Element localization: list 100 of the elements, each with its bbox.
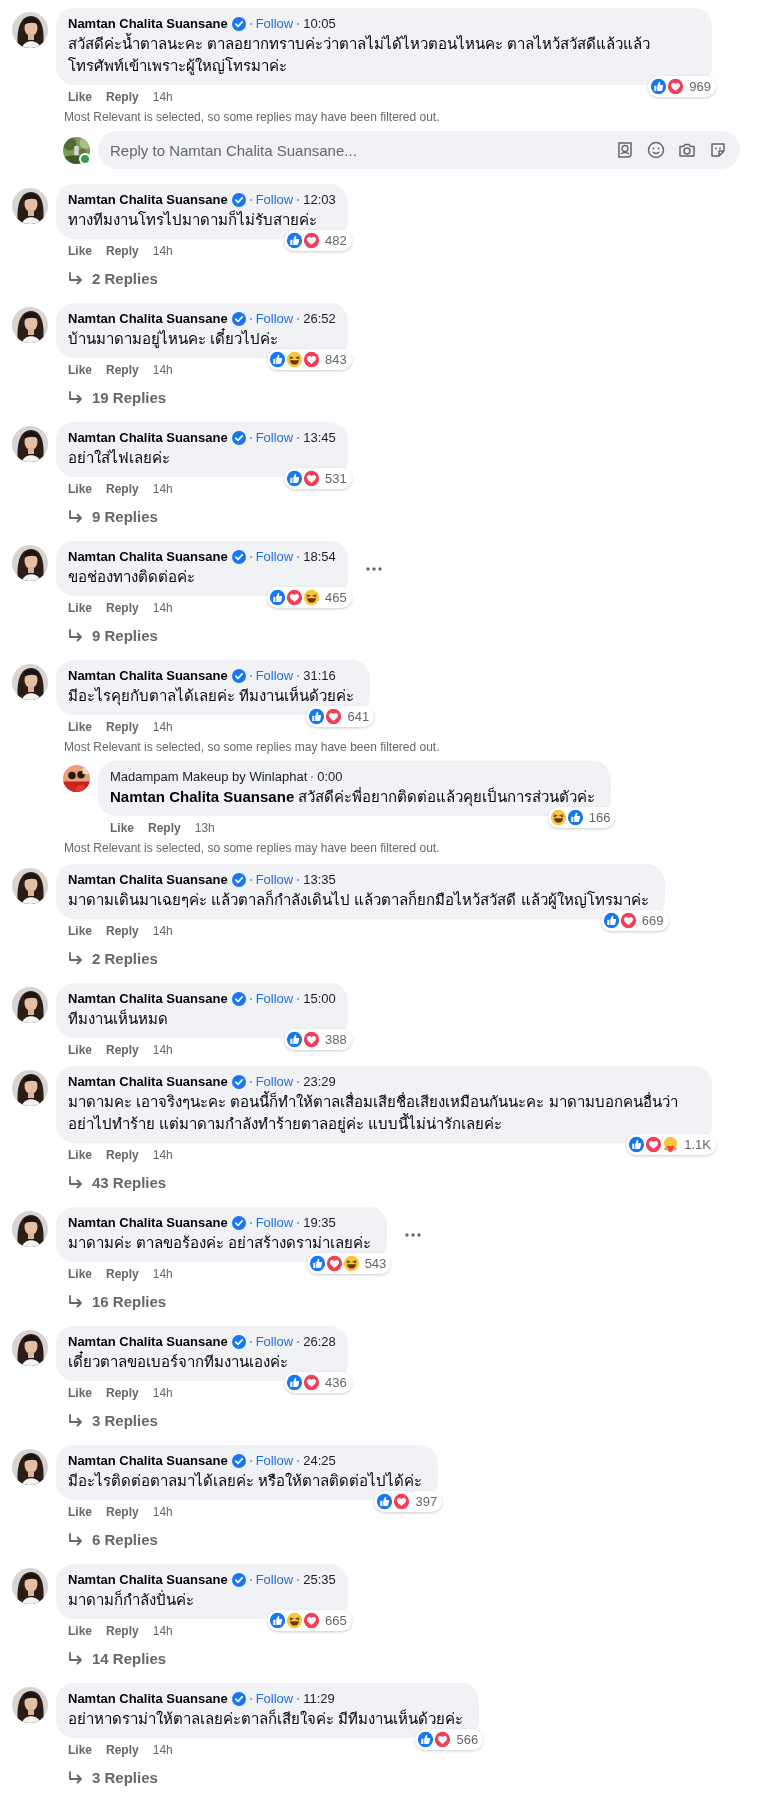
follow-link[interactable]: Follow (255, 310, 294, 328)
timestamp[interactable]: 11:29 (303, 1690, 335, 1708)
view-replies-link[interactable]: 19 Replies (56, 385, 167, 410)
timestamp[interactable]: 31:16 (303, 667, 336, 685)
like-link[interactable]: Like (68, 1504, 92, 1520)
timestamp[interactable]: 26:28 (303, 1333, 336, 1351)
follow-link[interactable]: Follow (255, 667, 294, 685)
view-replies-link[interactable]: 43 Replies (56, 1170, 167, 1195)
reaction-summary[interactable]: 1.1K (626, 1134, 716, 1155)
view-replies-link[interactable]: 3 Replies (56, 1408, 158, 1433)
like-link[interactable]: Like (68, 1147, 92, 1163)
author-name[interactable]: Namtan Chalita Suansane (68, 667, 228, 685)
more-icon[interactable] (405, 1232, 422, 1237)
author-name[interactable]: Namtan Chalita Suansane (68, 191, 228, 209)
timestamp[interactable]: 13:35 (303, 871, 336, 889)
timestamp[interactable]: 26:52 (303, 310, 336, 328)
more-icon[interactable] (365, 566, 382, 571)
reply-input-field[interactable]: Reply to Namtan Chalita Suansane... (98, 131, 740, 169)
reaction-summary[interactable]: 566 (415, 1729, 484, 1750)
reply-link[interactable]: Reply (106, 362, 139, 378)
like-link[interactable]: Like (68, 1742, 92, 1758)
timestamp[interactable]: 15:00 (303, 990, 336, 1008)
like-link[interactable]: Like (68, 719, 92, 735)
reaction-summary[interactable]: 465 (267, 587, 352, 608)
reaction-summary[interactable]: 641 (306, 706, 375, 727)
author-name[interactable]: Namtan Chalita Suansane (68, 310, 228, 328)
reply-link[interactable]: Reply (106, 719, 139, 735)
view-replies-link[interactable]: 14 Replies (56, 1646, 167, 1671)
author-name[interactable]: Namtan Chalita Suansane (68, 1571, 228, 1589)
like-link[interactable]: Like (68, 89, 92, 105)
reaction-summary[interactable]: 969 (648, 76, 716, 97)
timestamp[interactable]: 0:00 (317, 768, 343, 786)
follow-link[interactable]: Follow (255, 1333, 294, 1351)
sticker-icon[interactable] (708, 140, 728, 160)
timestamp[interactable]: 10:05 (303, 15, 336, 33)
follow-link[interactable]: Follow (255, 1452, 294, 1470)
follow-link[interactable]: Follow (255, 990, 294, 1008)
author-name[interactable]: Namtan Chalita Suansane (68, 1333, 228, 1351)
reply-link[interactable]: Reply (106, 243, 139, 259)
view-replies-link[interactable]: 2 Replies (56, 946, 158, 971)
follow-link[interactable]: Follow (255, 1690, 294, 1708)
view-replies-link[interactable]: 16 Replies (56, 1289, 167, 1314)
like-link[interactable]: Like (68, 243, 92, 259)
like-link[interactable]: Like (68, 1385, 92, 1401)
emoji-icon[interactable] (646, 140, 666, 160)
reaction-summary[interactable]: 543 (306, 1253, 392, 1274)
follow-link[interactable]: Follow (255, 1571, 294, 1589)
follow-link[interactable]: Follow (255, 1214, 294, 1232)
reply-link[interactable]: Reply (106, 1266, 139, 1282)
reply-link[interactable]: Reply (106, 1042, 139, 1058)
timestamp[interactable]: 12:03 (303, 191, 336, 209)
view-replies-link[interactable]: 9 Replies (56, 623, 158, 648)
reply-link[interactable]: Reply (106, 481, 139, 497)
author-name[interactable]: Madampam Makeup by Winlaphat (110, 768, 308, 786)
reaction-summary[interactable]: 669 (600, 910, 669, 931)
reply-link[interactable]: Reply (106, 1504, 139, 1520)
reply-link[interactable]: Reply (148, 820, 181, 836)
author-name[interactable]: Namtan Chalita Suansane (68, 548, 228, 566)
reaction-summary[interactable]: 388 (284, 1029, 352, 1050)
author-name[interactable]: Namtan Chalita Suansane (68, 15, 228, 33)
reply-link[interactable]: Reply (106, 1385, 139, 1401)
reaction-summary[interactable]: 166 (547, 807, 616, 828)
view-replies-link[interactable]: 2 Replies (56, 266, 158, 291)
reply-link[interactable]: Reply (106, 1147, 139, 1163)
like-link[interactable]: Like (68, 1623, 92, 1639)
author-name[interactable]: Namtan Chalita Suansane (68, 990, 228, 1008)
follow-link[interactable]: Follow (255, 548, 294, 566)
author-name[interactable]: Namtan Chalita Suansane (68, 871, 228, 889)
follow-link[interactable]: Follow (255, 191, 294, 209)
reaction-summary[interactable]: 397 (374, 1491, 443, 1512)
author-name[interactable]: Namtan Chalita Suansane (68, 1452, 228, 1470)
view-replies-link[interactable]: 9 Replies (56, 504, 158, 529)
reply-link[interactable]: Reply (106, 89, 139, 105)
like-link[interactable]: Like (68, 600, 92, 616)
reaction-summary[interactable]: 531 (284, 468, 352, 489)
follow-link[interactable]: Follow (255, 429, 294, 447)
like-link[interactable]: Like (110, 820, 134, 836)
reply-link[interactable]: Reply (106, 923, 139, 939)
like-link[interactable]: Like (68, 1266, 92, 1282)
view-replies-link[interactable]: 3 Replies (56, 1765, 158, 1790)
follow-link[interactable]: Follow (255, 1073, 294, 1091)
follow-link[interactable]: Follow (255, 871, 294, 889)
timestamp[interactable]: 13:45 (303, 429, 336, 447)
like-link[interactable]: Like (68, 481, 92, 497)
like-link[interactable]: Like (68, 362, 92, 378)
reply-link[interactable]: Reply (106, 1623, 139, 1639)
timestamp[interactable]: 19:35 (303, 1214, 336, 1232)
author-name[interactable]: Namtan Chalita Suansane (68, 429, 228, 447)
follow-link[interactable]: Follow (255, 15, 294, 33)
reaction-summary[interactable]: 843 (267, 349, 352, 370)
view-replies-link[interactable]: 6 Replies (56, 1527, 158, 1552)
author-name[interactable]: Namtan Chalita Suansane (68, 1690, 228, 1708)
avatar-sticker-icon[interactable] (615, 140, 635, 160)
author-name[interactable]: Namtan Chalita Suansane (68, 1073, 228, 1091)
like-link[interactable]: Like (68, 1042, 92, 1058)
like-link[interactable]: Like (68, 923, 92, 939)
reply-link[interactable]: Reply (106, 1742, 139, 1758)
reaction-summary[interactable]: 665 (267, 1610, 352, 1631)
author-name[interactable]: Namtan Chalita Suansane (68, 1214, 228, 1232)
timestamp[interactable]: 18:54 (303, 548, 336, 566)
